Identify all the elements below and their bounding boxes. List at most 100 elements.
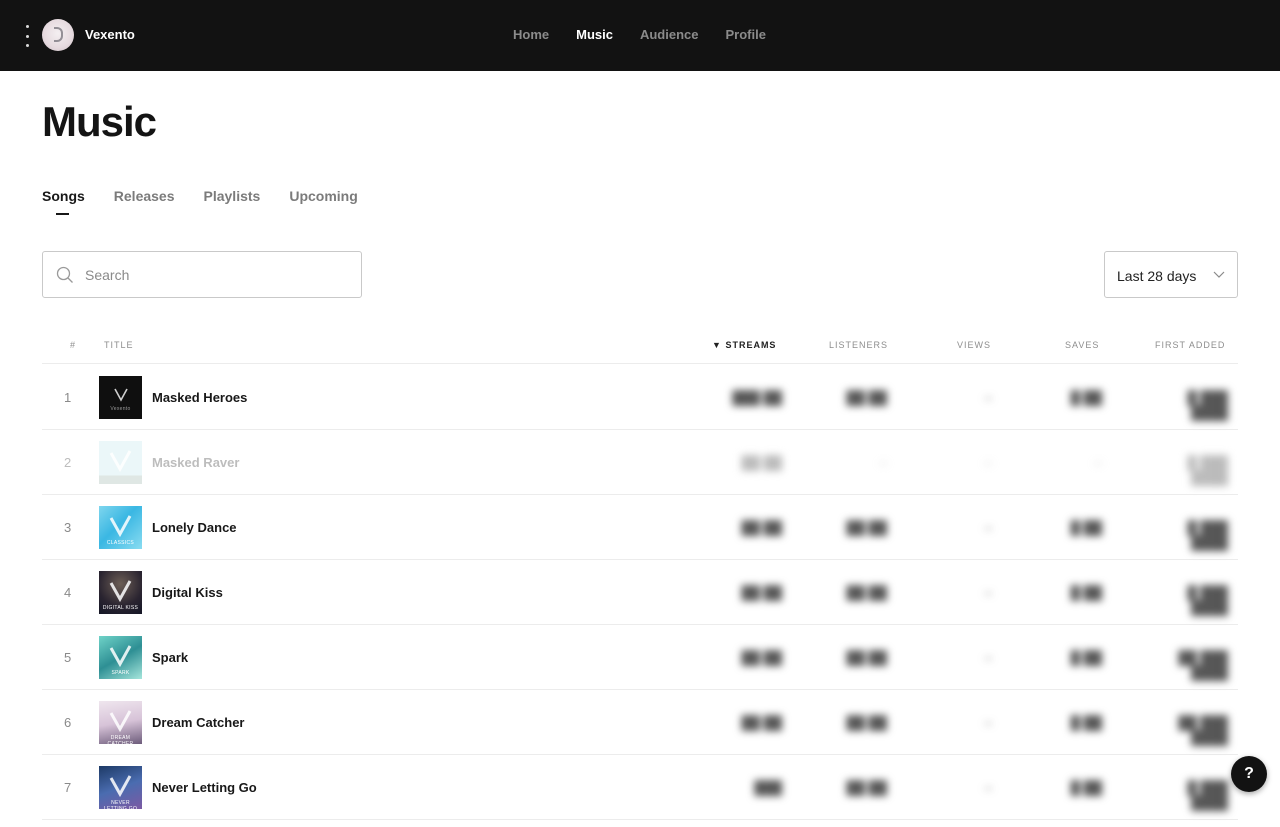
streams-value: ██ ██ bbox=[741, 715, 782, 730]
views-value: – bbox=[984, 585, 992, 600]
main-nav: Home Music Audience Profile bbox=[513, 27, 793, 42]
saves-value: █ ██ bbox=[1070, 780, 1102, 795]
listeners-value: ██ ██ bbox=[846, 715, 887, 730]
song-artwork[interactable]: NEVER LETTING GO bbox=[99, 766, 142, 809]
saves-value: █ ██ bbox=[1070, 390, 1102, 405]
saves-value: – bbox=[1094, 455, 1102, 470]
artwork-caption: CLASSICS bbox=[106, 540, 135, 546]
listeners-value: ██ ██ bbox=[846, 650, 887, 665]
tab-playlists[interactable]: Playlists bbox=[204, 188, 261, 204]
song-artwork[interactable]: DIGITAL KISS bbox=[99, 571, 142, 614]
song-artwork[interactable]: Vexento bbox=[99, 376, 142, 419]
help-button[interactable]: ? bbox=[1231, 756, 1267, 792]
chevron-down-icon bbox=[1213, 271, 1225, 278]
row-number: 3 bbox=[64, 520, 72, 535]
page-title: Music bbox=[42, 98, 157, 145]
song-artwork[interactable] bbox=[99, 441, 142, 484]
artist-name[interactable]: Vexento bbox=[85, 27, 135, 42]
streams-value: ███ ██ bbox=[732, 390, 782, 405]
song-title[interactable]: Spark bbox=[152, 650, 188, 665]
top-nav-bar: Vexento Home Music Audience Profile bbox=[0, 0, 1280, 71]
first-added-value: ██ ███ ████ bbox=[1178, 650, 1228, 680]
table-row[interactable]: 6 DREAM CATCHER Dream Catcher ██ ██ ██ ██ – █ … bbox=[42, 690, 1238, 755]
listeners-value: ██ ██ bbox=[846, 390, 887, 405]
column-header-streams[interactable]: ▼ Streams bbox=[712, 340, 776, 350]
song-title[interactable]: Digital Kiss bbox=[152, 585, 223, 600]
saves-value: █ ██ bbox=[1070, 520, 1102, 535]
saves-value: █ ██ bbox=[1070, 585, 1102, 600]
table-row[interactable]: 3 CLASSICS Lonely Dance ██ ██ ██ ██ – █ ██ █ ██… bbox=[42, 495, 1238, 560]
table-row[interactable]: 5 SPARK Spark ██ ██ ██ ██ – █ ██ ██ ███ ████ bbox=[42, 625, 1238, 690]
table-row[interactable]: 1 Vexento Masked Heroes ███ ██ ██ ██ – █ ██ █ █… bbox=[42, 365, 1238, 430]
vexento-logo-icon bbox=[109, 450, 132, 473]
column-header-streams-label: Streams bbox=[725, 340, 777, 350]
tab-upcoming[interactable]: Upcoming bbox=[289, 188, 357, 204]
streams-value: ██ ██ bbox=[741, 650, 782, 665]
search-box bbox=[42, 251, 362, 298]
streams-value: ██ ██ bbox=[741, 520, 782, 535]
views-value: – bbox=[984, 715, 992, 730]
song-artwork[interactable]: SPARK bbox=[99, 636, 142, 679]
tab-releases[interactable]: Releases bbox=[114, 188, 175, 204]
song-artwork[interactable]: DREAM CATCHER bbox=[99, 701, 142, 744]
nav-music[interactable]: Music bbox=[576, 27, 613, 42]
song-title[interactable]: Masked Raver bbox=[152, 455, 239, 470]
sort-desc-icon: ▼ bbox=[712, 340, 722, 350]
artwork-caption: NEVER LETTING GO bbox=[103, 800, 138, 809]
row-number: 6 bbox=[64, 715, 72, 730]
song-artwork[interactable]: CLASSICS bbox=[99, 506, 142, 549]
song-title[interactable]: Dream Catcher bbox=[152, 715, 245, 730]
search-icon bbox=[56, 266, 73, 283]
search-input[interactable] bbox=[85, 264, 345, 286]
row-number: 1 bbox=[64, 390, 72, 405]
nav-profile[interactable]: Profile bbox=[725, 27, 765, 42]
nav-home[interactable]: Home bbox=[513, 27, 549, 42]
artwork-caption: SPARK bbox=[111, 670, 130, 676]
column-header-number: # bbox=[70, 340, 77, 350]
first-added-value: █ ███ ████ bbox=[1187, 520, 1228, 550]
listeners-value: ██ ██ bbox=[846, 585, 887, 600]
column-header-views[interactable]: Views bbox=[957, 340, 991, 350]
column-header-saves[interactable]: Saves bbox=[1065, 340, 1099, 350]
column-header-first-added[interactable]: First added bbox=[1155, 340, 1225, 350]
first-added-value: █ ███ ████ bbox=[1187, 455, 1228, 485]
song-title[interactable]: Masked Heroes bbox=[152, 390, 247, 405]
column-header-listeners[interactable]: Listeners bbox=[829, 340, 888, 350]
kebab-menu-icon[interactable] bbox=[21, 25, 33, 47]
tab-songs[interactable]: Songs bbox=[42, 188, 85, 215]
nav-audience[interactable]: Audience bbox=[640, 27, 699, 42]
views-value: – bbox=[984, 390, 992, 405]
saves-value: █ ██ bbox=[1070, 650, 1102, 665]
song-title[interactable]: Lonely Dance bbox=[152, 520, 237, 535]
help-icon: ? bbox=[1244, 765, 1254, 782]
first-added-value: █ ███ ████ bbox=[1187, 390, 1228, 420]
artwork-caption: DREAM CATCHER bbox=[107, 735, 134, 744]
song-title[interactable]: Never Letting Go bbox=[152, 780, 257, 795]
artwork-caption: DIGITAL KISS bbox=[102, 605, 139, 611]
row-number: 7 bbox=[64, 780, 72, 795]
artist-avatar[interactable] bbox=[42, 19, 74, 51]
column-header-title[interactable]: Title bbox=[104, 340, 134, 350]
row-number: 4 bbox=[64, 585, 72, 600]
first-added-value: ██ ███ ████ bbox=[1178, 715, 1228, 745]
table-row[interactable]: 7 NEVER LETTING GO Never Letting Go ███ ██ █… bbox=[42, 755, 1238, 820]
views-value: – bbox=[984, 520, 992, 535]
saves-value: █ ██ bbox=[1070, 715, 1102, 730]
first-added-value: █ ███ ████ bbox=[1187, 780, 1228, 810]
views-value: – bbox=[984, 455, 992, 470]
vexento-logo-icon bbox=[114, 388, 128, 402]
streams-value: ██ ██ bbox=[741, 585, 782, 600]
music-tabs: Songs Releases Playlists Upcoming bbox=[42, 188, 387, 215]
table-row[interactable]: 2 Masked Raver ██ ██ – – – █ ███ ████ bbox=[42, 430, 1238, 495]
views-value: – bbox=[984, 780, 992, 795]
table-row[interactable]: 4 DIGITAL KISS Digital Kiss ██ ██ ██ ██ – █ ██… bbox=[42, 560, 1238, 625]
listeners-value: – bbox=[879, 455, 887, 470]
date-range-label: Last 28 days bbox=[1117, 268, 1197, 284]
first-added-value: █ ███ ████ bbox=[1187, 585, 1228, 615]
listeners-value: ██ ██ bbox=[846, 780, 887, 795]
date-range-select[interactable]: Last 28 days bbox=[1104, 251, 1238, 298]
row-number: 5 bbox=[64, 650, 72, 665]
table-header: # Title ▼ Streams Listeners Views Saves … bbox=[42, 331, 1238, 364]
streams-value: ███ bbox=[754, 780, 782, 795]
listeners-value: ██ ██ bbox=[846, 520, 887, 535]
